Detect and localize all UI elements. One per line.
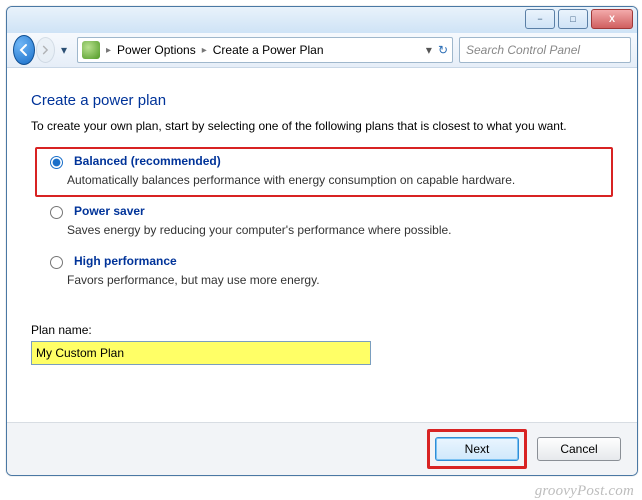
control-panel-window: − □ X ▾ ▸ Power Options ▸ Create a Powe [6, 6, 638, 476]
option-title: Balanced (recommended) [74, 154, 221, 168]
option-desc: Automatically balances performance with … [67, 173, 603, 187]
maximize-button[interactable]: □ [558, 9, 588, 29]
power-options-icon [82, 41, 100, 59]
content-area: Create a power plan To create your own p… [7, 68, 637, 365]
nav-back-button[interactable] [13, 35, 35, 65]
navigation-bar: ▾ ▸ Power Options ▸ Create a Power Plan … [7, 33, 637, 68]
option-title: High performance [74, 254, 177, 268]
plan-option-powersaver[interactable]: Power saver Saves energy by reducing you… [35, 197, 613, 247]
radio-powersaver[interactable] [50, 206, 63, 219]
watermark-text: groovyPost.com [535, 483, 634, 500]
arrow-left-icon [17, 43, 31, 57]
option-desc: Saves energy by reducing your computer's… [67, 223, 603, 237]
breadcrumb-item[interactable]: Power Options [117, 43, 196, 57]
plan-option-highperf[interactable]: High performance Favors performance, but… [35, 247, 613, 297]
option-desc: Favors performance, but may use more ene… [67, 273, 603, 287]
breadcrumb-sep-icon: ▸ [202, 45, 207, 56]
chevron-down-icon[interactable]: ▾ [426, 43, 432, 57]
address-bar[interactable]: ▸ Power Options ▸ Create a Power Plan ▾ … [77, 37, 453, 63]
refresh-icon[interactable]: ↻ [438, 43, 448, 57]
close-button[interactable]: X [591, 9, 633, 29]
plan-name-label: Plan name: [31, 323, 613, 337]
search-input[interactable]: Search Control Panel [459, 37, 631, 63]
plan-name-input[interactable] [31, 341, 371, 365]
page-intro: To create your own plan, start by select… [31, 119, 613, 133]
cancel-button[interactable]: Cancel [537, 437, 621, 461]
plan-option-balanced[interactable]: Balanced (recommended) Automatically bal… [35, 147, 613, 197]
footer-bar: Next Cancel [7, 422, 637, 475]
breadcrumb-sep-icon: ▸ [106, 45, 111, 56]
arrow-right-icon [40, 45, 50, 55]
titlebar: − □ X [7, 7, 637, 33]
next-button[interactable]: Next [435, 437, 519, 461]
option-title: Power saver [74, 204, 145, 218]
nav-forward-button [36, 37, 55, 63]
search-placeholder: Search Control Panel [466, 43, 580, 57]
breadcrumb-item[interactable]: Create a Power Plan [213, 43, 324, 57]
chevron-down-icon[interactable]: ▾ [61, 43, 71, 57]
radio-balanced[interactable] [50, 156, 63, 169]
page-title: Create a power plan [31, 92, 613, 109]
radio-highperf[interactable] [50, 256, 63, 269]
minimize-button[interactable]: − [525, 9, 555, 29]
next-button-highlight: Next [427, 429, 527, 469]
